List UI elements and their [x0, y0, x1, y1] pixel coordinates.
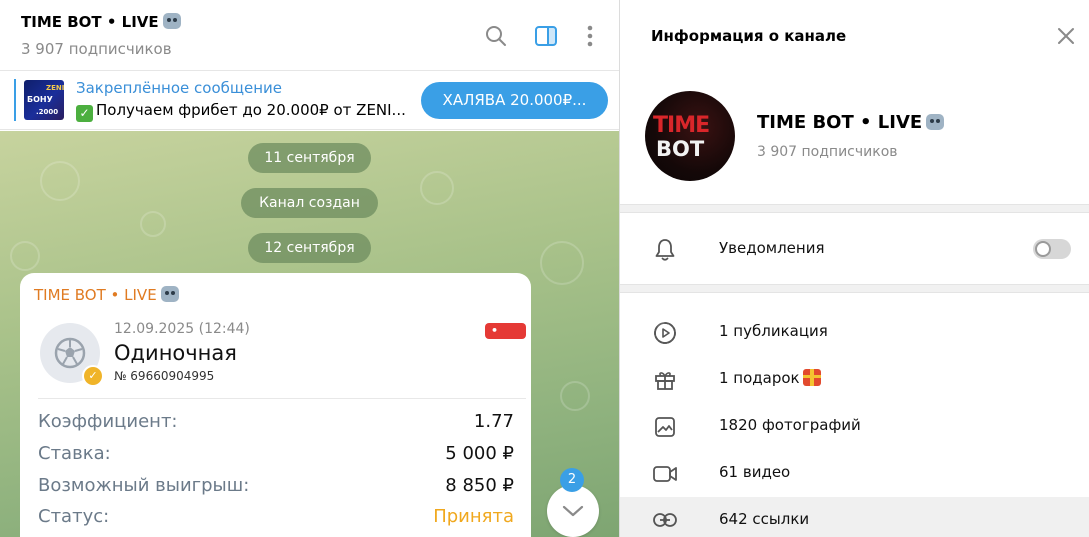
- media-row-photos[interactable]: 1820 фотографий: [620, 406, 1089, 446]
- row-key: Возможный выигрыш:: [38, 475, 250, 496]
- media-row-posts[interactable]: 1 публикация: [620, 312, 1089, 352]
- channel-avatar[interactable]: TIME BOT: [645, 91, 735, 181]
- notifications-row[interactable]: Уведомления: [620, 229, 1089, 269]
- media-row-label: 642 ссылки: [719, 510, 810, 528]
- media-row-videos[interactable]: 61 видео: [620, 453, 1089, 493]
- row-value: 5 000 ₽: [445, 443, 514, 464]
- pinned-text: ✓ Получаем фрибет до 20.000₽ от ZENI...: [76, 101, 406, 122]
- channel-name: TIME BOT • LIVE: [757, 112, 945, 133]
- bell-icon: [652, 237, 678, 263]
- channel-post[interactable]: TIME BOT • LIVE ✓ 12.09.2025 (12:44) Оди…: [20, 273, 531, 537]
- bet-type: Одиночная: [114, 341, 237, 365]
- media-row-links[interactable]: 642 ссылки: [620, 497, 1089, 537]
- more-menu-icon[interactable]: [578, 24, 602, 48]
- media-row-label: 1 публикация: [719, 322, 828, 340]
- sidebar-toggle-icon[interactable]: [534, 24, 558, 48]
- row-key: Коэффициент:: [38, 411, 178, 432]
- chat-title[interactable]: TIME BOT • LIVE: [21, 13, 181, 31]
- search-icon[interactable]: [484, 24, 508, 48]
- media-row-label: 1820 фотографий: [719, 416, 861, 434]
- notifications-toggle[interactable]: [1033, 239, 1071, 259]
- chat-header[interactable]: TIME BOT • LIVE 3 907 подписчиков: [0, 0, 619, 71]
- channel-info-panel: Информация о канале TIME BOT TIME BOT • …: [619, 0, 1089, 537]
- section-divider: [620, 204, 1089, 213]
- live-badge: • Live: [485, 323, 526, 353]
- service-message-channel-created: Канал создан: [241, 188, 378, 218]
- link-icon: [652, 507, 678, 533]
- scroll-to-bottom-button[interactable]: [547, 485, 599, 537]
- media-row-gifts[interactable]: 1 подарок: [620, 359, 1089, 399]
- gift-emoji-icon: [802, 369, 821, 386]
- row-value: 1.77: [473, 411, 514, 432]
- robot-emoji-icon: [162, 13, 181, 29]
- bet-card: ✓ 12.09.2025 (12:44) Одиночная № 6966090…: [38, 301, 526, 399]
- channel-subscribers: 3 907 подписчиков: [757, 144, 898, 160]
- date-pill: 12 сентября: [248, 233, 371, 263]
- chevron-down-icon: [562, 505, 584, 517]
- video-icon: [652, 461, 678, 487]
- pinned-thumbnail: ZENI БОНУ .2000: [24, 80, 64, 120]
- play-circle-icon: [652, 320, 678, 346]
- row-key: Статус:: [38, 506, 110, 527]
- pinned-action-button[interactable]: ХАЛЯВА 20.000₽...: [421, 82, 608, 119]
- panel-title: Информация о канале: [651, 27, 847, 45]
- section-divider: [620, 284, 1089, 293]
- verified-check-icon: ✓: [82, 365, 104, 387]
- bet-row-possible-win: Возможный выигрыш: 8 850 ₽: [38, 475, 514, 503]
- bet-row-status: Статус: Принята: [38, 506, 514, 534]
- row-value: 8 850 ₽: [445, 475, 514, 496]
- bet-row-stake: Ставка: 5 000 ₽: [38, 443, 514, 471]
- chat-pane: TIME BOT • LIVE 3 907 подписчиков ZENI Б…: [0, 0, 619, 537]
- bet-row-odds: Коэффициент: 1.77: [38, 411, 514, 439]
- bet-number: № 69660904995: [114, 369, 215, 383]
- close-icon[interactable]: [1055, 25, 1077, 47]
- media-row-label: 61 видео: [719, 463, 791, 481]
- telegram-window: TIME BOT • LIVE 3 907 подписчиков ZENI Б…: [0, 0, 1089, 537]
- row-key: Ставка:: [38, 443, 111, 464]
- notifications-label: Уведомления: [719, 239, 825, 257]
- status-value: Принята: [433, 506, 514, 527]
- robot-emoji-icon: [926, 114, 945, 130]
- gift-icon: [652, 367, 678, 393]
- media-row-label: 1 подарок: [719, 369, 821, 387]
- check-mark-emoji-icon: ✓: [76, 105, 93, 122]
- chat-subscribers: 3 907 подписчиков: [21, 40, 172, 58]
- bet-datetime: 12.09.2025 (12:44): [114, 321, 250, 337]
- pinned-title: Закреплённое сообщение: [76, 79, 283, 97]
- robot-emoji-icon: [160, 286, 179, 302]
- unread-count-badge: 2: [560, 468, 584, 492]
- photo-icon: [652, 414, 678, 440]
- pinned-indicator: [14, 79, 16, 121]
- date-pill: 11 сентября: [248, 143, 371, 173]
- toggle-knob: [1035, 241, 1051, 257]
